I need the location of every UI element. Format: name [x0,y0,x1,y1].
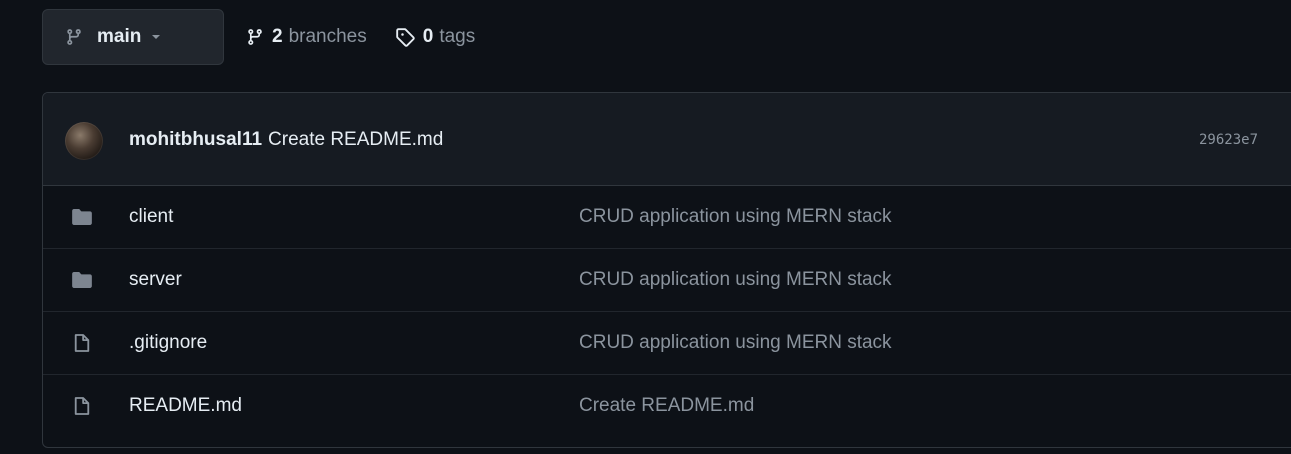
repo-file-browser: main 2 branches 0 tags mohitbhusal11 Cre… [0,0,1291,454]
avatar[interactable] [65,122,103,160]
folder-icon [71,270,93,290]
latest-commit-header: mohitbhusal11 Create README.md 29623e7 [43,93,1291,186]
caret-down-icon [151,33,161,41]
file-commit-message-link[interactable]: Create README.md [579,395,754,417]
file-icon [71,396,93,416]
file-name-link[interactable]: .gitignore [129,332,207,354]
folder-icon [71,207,93,227]
branch-name: main [97,26,142,47]
branches-count: 2 [272,26,283,47]
commit-author-link[interactable]: mohitbhusal11 [129,129,262,150]
tags-count: 0 [422,26,434,47]
latest-commit-text: mohitbhusal11 Create README.md [129,129,443,151]
branches-link[interactable]: 2 branches [246,26,367,48]
commit-sha-link[interactable]: 29623e7 [1199,132,1258,148]
tags-link[interactable]: 0 tags [395,26,476,48]
tags-label: tags [439,26,476,47]
file-commit-message-link[interactable]: CRUD application using MERN stack [579,332,892,354]
file-commit-message-link[interactable]: CRUD application using MERN stack [579,206,892,228]
git-branch-icon [65,27,83,47]
commit-message-link[interactable]: Create README.md [268,129,443,150]
file-row: server CRUD application using MERN stack [43,249,1291,312]
tag-icon [395,27,415,47]
branch-select-button[interactable]: main [42,9,224,65]
file-name-link[interactable]: README.md [129,395,242,417]
file-list-box: mohitbhusal11 Create README.md 29623e7 cl… [42,92,1291,448]
file-row: .gitignore CRUD application using MERN s… [43,312,1291,375]
repo-toolbar: main 2 branches 0 tags [42,8,475,66]
file-commit-message-link[interactable]: CRUD application using MERN stack [579,269,892,291]
file-icon [71,333,93,353]
file-row: README.md Create README.md [43,375,1291,438]
branches-label: branches [288,26,367,47]
file-name-link[interactable]: client [129,206,173,228]
file-row: client CRUD application using MERN stack [43,186,1291,249]
git-branch-icon [246,27,264,47]
file-name-link[interactable]: server [129,269,182,291]
